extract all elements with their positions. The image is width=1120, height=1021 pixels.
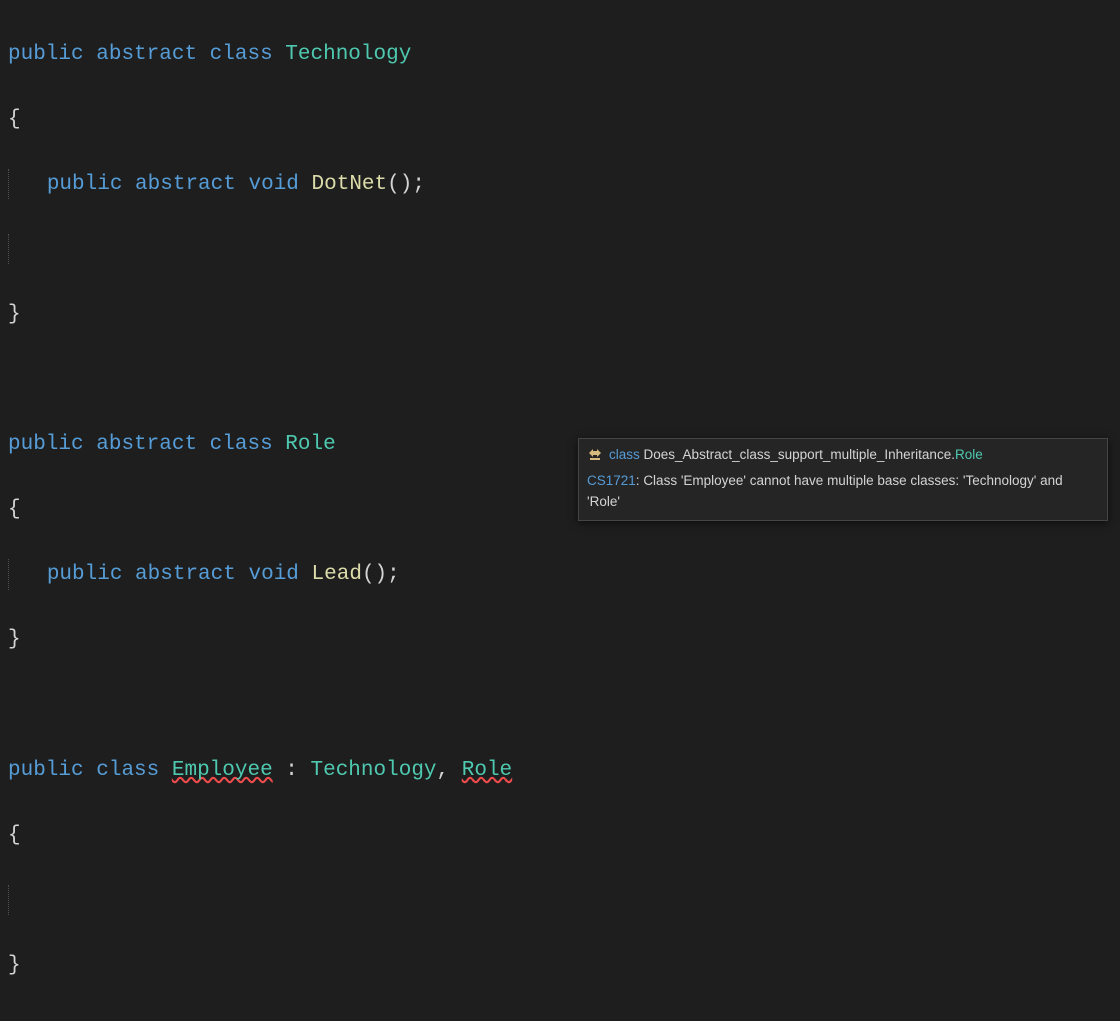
parens: ();: [362, 563, 400, 586]
keyword-public: public: [47, 173, 123, 196]
keyword-public: public: [8, 43, 84, 66]
code-line: {: [8, 104, 1112, 137]
error-message: Class 'Employee' cannot have multiple ba…: [587, 473, 1063, 508]
colon: :: [273, 759, 311, 782]
keyword-public: public: [47, 563, 123, 586]
comma: ,: [437, 759, 462, 782]
keyword-void: void: [248, 173, 298, 196]
type-name: Employee: [172, 759, 273, 782]
keyword-void: void: [248, 563, 298, 586]
code-line: }: [8, 299, 1112, 332]
code-line: public abstract void Lead();: [8, 559, 1112, 592]
brace: {: [8, 498, 21, 521]
intellisense-tooltip: class Does_Abstract_class_support_multip…: [578, 438, 1108, 521]
code-line: [8, 364, 1112, 397]
keyword-public: public: [8, 759, 84, 782]
keyword-class: class: [210, 43, 273, 66]
code-line: public abstract class Technology: [8, 39, 1112, 72]
code-line: [8, 234, 1112, 267]
code-line: }: [8, 624, 1112, 657]
brace: }: [8, 303, 21, 326]
brace: {: [8, 824, 21, 847]
keyword-abstract: abstract: [96, 433, 197, 456]
keyword-abstract: abstract: [135, 173, 236, 196]
tooltip-error-row: CS1721: Class 'Employee' cannot have mul…: [587, 471, 1099, 512]
tooltip-type: Role: [955, 447, 983, 462]
base-type: Technology: [311, 759, 437, 782]
tooltip-keyword: class: [609, 447, 640, 462]
keyword-public: public: [8, 433, 84, 456]
code-line: {: [8, 820, 1112, 853]
parens: ();: [387, 173, 425, 196]
error-code: CS1721: [587, 473, 636, 488]
class-icon: [587, 447, 603, 463]
method-name: DotNet: [312, 173, 388, 196]
tooltip-signature-row: class Does_Abstract_class_support_multip…: [587, 445, 1099, 465]
type-name: Role: [285, 433, 335, 456]
method-name: Lead: [312, 563, 362, 586]
code-line: [8, 689, 1112, 722]
type-name: Technology: [285, 43, 411, 66]
keyword-abstract: abstract: [96, 43, 197, 66]
keyword-class: class: [96, 759, 159, 782]
keyword-class: class: [210, 433, 273, 456]
code-line: public class Employee : Technology, Role: [8, 755, 1112, 788]
keyword-abstract: abstract: [135, 563, 236, 586]
brace: {: [8, 108, 21, 131]
tooltip-namespace: Does_Abstract_class_support_multiple_Inh…: [644, 447, 955, 462]
code-line: public abstract void DotNet();: [8, 169, 1112, 202]
code-line: [8, 885, 1112, 918]
base-type: Role: [462, 759, 512, 782]
brace: }: [8, 628, 21, 651]
code-line: }: [8, 950, 1112, 983]
brace: }: [8, 954, 21, 977]
